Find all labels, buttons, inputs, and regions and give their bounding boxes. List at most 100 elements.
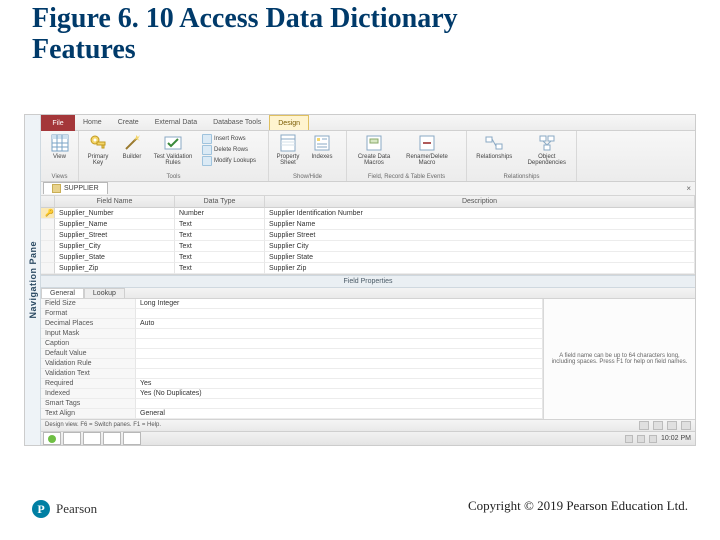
property-row[interactable]: Validation Rule: [41, 359, 543, 369]
taskbar-item-1[interactable]: [63, 432, 81, 445]
grid-row[interactable]: 🔑Supplier_NumberNumberSupplier Identific…: [41, 208, 695, 219]
cell-data-type[interactable]: Text: [175, 219, 265, 230]
property-value[interactable]: Auto: [136, 319, 543, 329]
cell-description[interactable]: Supplier Identification Number: [265, 208, 695, 219]
property-row[interactable]: Validation Text: [41, 369, 543, 379]
check-icon: [163, 133, 183, 153]
property-value[interactable]: Yes (No Duplicates): [136, 389, 543, 399]
grid-row[interactable]: Supplier_StreetTextSupplier Street: [41, 230, 695, 241]
property-row[interactable]: Caption: [41, 339, 543, 349]
props-tab-general[interactable]: General: [41, 288, 84, 298]
tray-icon-3[interactable]: [649, 435, 657, 443]
cell-field-name[interactable]: Supplier_City: [55, 241, 175, 252]
property-row[interactable]: RequiredYes: [41, 379, 543, 389]
modify-lookups-button[interactable]: Modify Lookups: [202, 156, 256, 166]
cell-field-name[interactable]: Supplier_Zip: [55, 263, 175, 274]
property-value[interactable]: [136, 309, 543, 319]
property-row[interactable]: Default Value: [41, 349, 543, 359]
property-value[interactable]: [136, 399, 543, 409]
property-row[interactable]: Text AlignGeneral: [41, 409, 543, 419]
delete-rows-button[interactable]: Delete Rows: [202, 145, 256, 155]
pearson-logo: P Pearson: [32, 500, 97, 518]
object-dependencies-button[interactable]: Object Dependencies: [522, 133, 572, 166]
slide-title-line1: Figure 6. 10 Access Data Dictionary: [32, 3, 458, 34]
cell-data-type[interactable]: Text: [175, 252, 265, 263]
cell-description[interactable]: Supplier Zip: [265, 263, 695, 274]
property-sheet-button[interactable]: Property Sheet: [273, 133, 303, 166]
view-shortcut-3[interactable]: [667, 421, 677, 430]
tab-design[interactable]: Design: [269, 115, 309, 130]
indexes-button[interactable]: Indexes: [307, 133, 337, 166]
grid-row[interactable]: Supplier_CityTextSupplier City: [41, 241, 695, 252]
property-value[interactable]: [136, 349, 543, 359]
status-bar: Design view. F6 = Switch panes. F1 = Hel…: [41, 419, 695, 431]
primary-key-button[interactable]: Primary Key: [83, 133, 113, 166]
relationships-button[interactable]: Relationships: [471, 133, 518, 166]
row-selector[interactable]: [41, 219, 55, 230]
tab-create[interactable]: Create: [110, 115, 147, 130]
row-selector[interactable]: [41, 252, 55, 263]
file-tab[interactable]: File: [41, 115, 75, 131]
tray-icon-1[interactable]: [625, 435, 633, 443]
grid-row[interactable]: Supplier_ZipTextSupplier Zip: [41, 263, 695, 274]
cell-description[interactable]: Supplier Name: [265, 219, 695, 230]
taskbar-item-4[interactable]: [123, 432, 141, 445]
property-row[interactable]: Input Mask: [41, 329, 543, 339]
cell-field-name[interactable]: Supplier_Street: [55, 230, 175, 241]
field-properties-tabs: General Lookup: [41, 288, 695, 299]
design-grid: Field Name Data Type Description 🔑Suppli…: [41, 196, 695, 275]
property-value[interactable]: [136, 329, 543, 339]
property-value[interactable]: [136, 369, 543, 379]
field-properties-body: Field SizeLong IntegerFormatDecimal Plac…: [41, 299, 695, 419]
taskbar-clock: 10:02 PM: [661, 435, 691, 442]
cell-field-name[interactable]: Supplier_State: [55, 252, 175, 263]
cell-description[interactable]: Supplier City: [265, 241, 695, 252]
cell-data-type[interactable]: Text: [175, 263, 265, 274]
cell-data-type[interactable]: Number: [175, 208, 265, 219]
view-shortcut-4[interactable]: [681, 421, 691, 430]
cell-field-name[interactable]: Supplier_Name: [55, 219, 175, 230]
property-value[interactable]: Long Integer: [136, 299, 543, 309]
props-tab-lookup[interactable]: Lookup: [84, 288, 125, 298]
property-value[interactable]: [136, 359, 543, 369]
col-field-name: Field Name: [55, 196, 175, 208]
rename-delete-macro-button[interactable]: Rename/Delete Macro: [401, 133, 453, 166]
builder-button[interactable]: Builder: [117, 133, 147, 166]
view-shortcut-datasheet[interactable]: [639, 421, 649, 430]
close-object-button[interactable]: ×: [686, 184, 691, 193]
property-value[interactable]: [136, 339, 543, 349]
row-selector[interactable]: 🔑: [41, 208, 55, 219]
object-tab-supplier[interactable]: SUPPLIER: [43, 182, 108, 194]
property-row[interactable]: Decimal PlacesAuto: [41, 319, 543, 329]
navigation-pane-collapsed[interactable]: Navigation Pane: [25, 115, 41, 445]
view-button[interactable]: View: [45, 133, 74, 160]
tab-home[interactable]: Home: [75, 115, 110, 130]
tray-icon-2[interactable]: [637, 435, 645, 443]
taskbar-item-3[interactable]: [103, 432, 121, 445]
property-row[interactable]: Smart Tags: [41, 399, 543, 409]
taskbar-item-2[interactable]: [83, 432, 101, 445]
property-row[interactable]: IndexedYes (No Duplicates): [41, 389, 543, 399]
property-row[interactable]: Field SizeLong Integer: [41, 299, 543, 309]
cell-data-type[interactable]: Text: [175, 241, 265, 252]
tab-external-data[interactable]: External Data: [147, 115, 205, 130]
property-value[interactable]: General: [136, 409, 543, 419]
view-shortcut-design[interactable]: [653, 421, 663, 430]
cell-field-name[interactable]: Supplier_Number: [55, 208, 175, 219]
tab-database-tools[interactable]: Database Tools: [205, 115, 269, 130]
create-data-macros-button[interactable]: Create Data Macros: [351, 133, 397, 166]
row-selector[interactable]: [41, 241, 55, 252]
start-button[interactable]: [43, 432, 61, 445]
primary-key-icon: 🔑: [45, 210, 54, 217]
insert-rows-button[interactable]: Insert Rows: [202, 134, 256, 144]
cell-description[interactable]: Supplier State: [265, 252, 695, 263]
row-selector[interactable]: [41, 230, 55, 241]
property-row[interactable]: Format: [41, 309, 543, 319]
property-value[interactable]: Yes: [136, 379, 543, 389]
cell-description[interactable]: Supplier Street: [265, 230, 695, 241]
grid-row[interactable]: Supplier_StateTextSupplier State: [41, 252, 695, 263]
cell-data-type[interactable]: Text: [175, 230, 265, 241]
test-validation-button[interactable]: Test Validation Rules: [151, 133, 195, 166]
row-selector[interactable]: [41, 263, 55, 274]
grid-row[interactable]: Supplier_NameTextSupplier Name: [41, 219, 695, 230]
